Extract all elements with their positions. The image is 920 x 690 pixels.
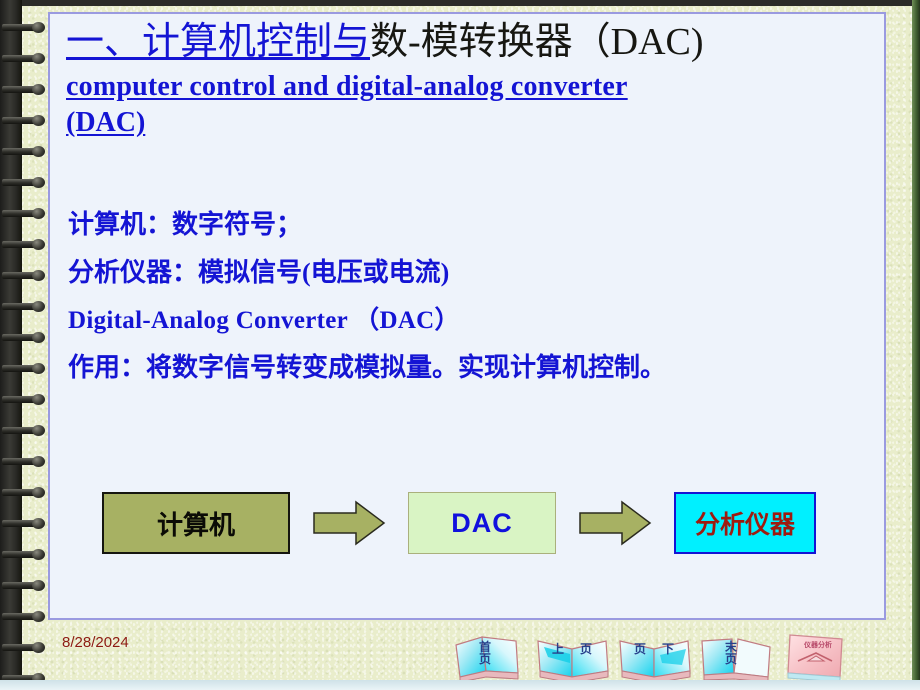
body-line-4: 作用：将数字信号转变成模拟量。实现计算机控制。 (68, 353, 667, 382)
bottom-strip (0, 680, 920, 690)
slide-title: 一、计算机控制与数-模转换器（DAC) computer control and… (66, 20, 878, 140)
nav-course-home-button[interactable]: 仪器分析 (780, 627, 862, 685)
title-line-1: 一、计算机控制与数-模转换器（DAC) (66, 20, 878, 65)
spiral-ring (2, 518, 46, 529)
slide-content-panel: 一、计算机控制与数-模转换器（DAC) computer control and… (48, 12, 886, 620)
diagram-box-analyzer: 分析仪器 (674, 492, 816, 554)
body-line-1: 计算机：数字符号； (68, 210, 303, 239)
title-chinese-underlined: 一、计算机控制与 (66, 21, 371, 63)
spiral-ring (2, 394, 46, 405)
nav-course-home-label: 仪器分析 (804, 642, 832, 649)
spiral-ring (2, 270, 46, 281)
spiral-ring (2, 487, 46, 498)
spiral-ring (2, 208, 46, 219)
flow-diagram: 计算机 DAC 分析仪器 (102, 486, 816, 560)
spiral-ring (2, 332, 46, 343)
spiral-ring (2, 177, 46, 188)
spiral-ring (2, 425, 46, 436)
diagram-box-computer: 计算机 (102, 492, 290, 554)
top-edge-border (0, 0, 920, 6)
navigation-bar: 首页 上 页 页 下 末 页 仪器分析 (452, 626, 892, 686)
nav-last-page-button[interactable]: 末页 (698, 627, 780, 685)
arrow-right-icon-1 (312, 500, 386, 546)
body-line-3: Digital-Analog Converter （DAC） (68, 307, 460, 334)
spiral-ring (2, 363, 46, 374)
slide-page: 一、计算机控制与数-模转换器（DAC) computer control and… (0, 0, 920, 690)
body-line-2: 分析仪器：模拟信号(电压或电流) (68, 258, 450, 287)
slide-body: 计算机：数字符号； 分析仪器：模拟信号(电压或电流) Digital-Analo… (68, 212, 880, 403)
nav-first-page-button[interactable]: 首页 (452, 627, 534, 685)
spiral-ring (2, 84, 46, 95)
spiral-ring (2, 22, 46, 33)
slide-date: 8/28/2024 (62, 634, 129, 651)
spiral-ring (2, 611, 46, 622)
spiral-ring (2, 146, 46, 157)
spiral-ring (2, 239, 46, 250)
spiral-ring (2, 642, 46, 653)
title-line-3: (DAC) (66, 107, 146, 139)
spiral-ring (2, 580, 46, 591)
arrow-right-icon-2 (578, 500, 652, 546)
spiral-ring (2, 456, 46, 467)
title-chinese-black: 数-模转换器（DAC) (370, 21, 704, 63)
nav-previous-page-button[interactable]: 上 页 (534, 627, 616, 685)
right-edge-strip (912, 0, 920, 690)
diagram-box-dac: DAC (408, 492, 556, 554)
spiral-ring (2, 115, 46, 126)
spiral-ring (2, 549, 46, 560)
nav-next-page-button[interactable]: 页 下 (616, 627, 698, 685)
spiral-ring (2, 301, 46, 312)
spiral-ring (2, 53, 46, 64)
title-line-2: computer control and digital-analog conv… (66, 70, 628, 102)
